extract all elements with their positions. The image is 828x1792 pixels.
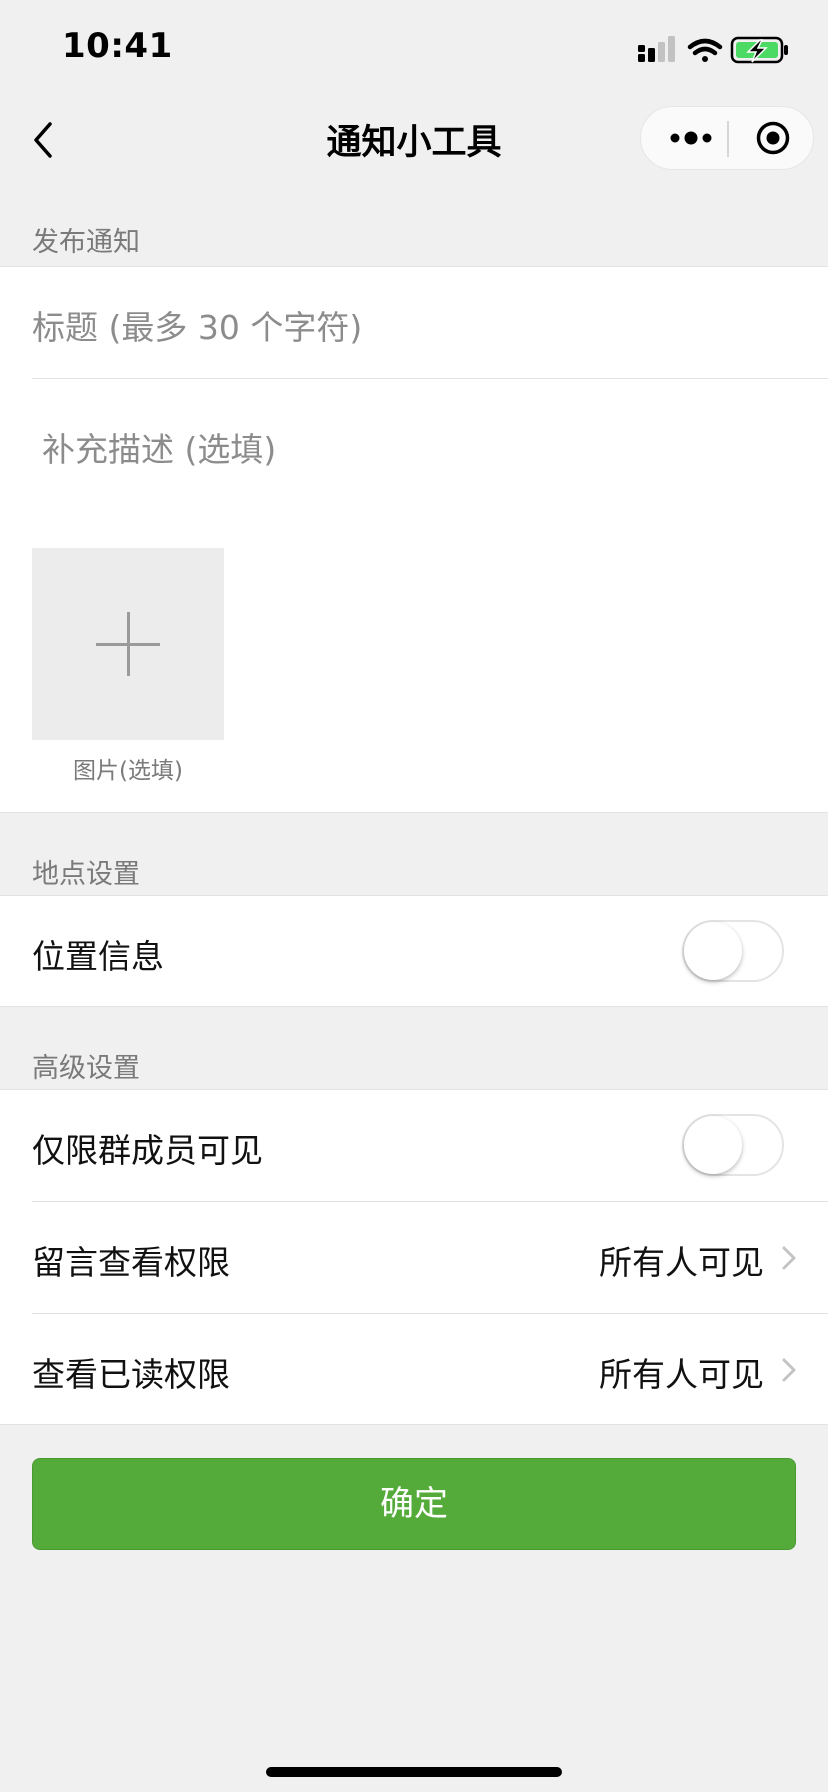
title-input[interactable]: 标题 (最多 30 个字符): [32, 301, 362, 349]
toggle-knob: [684, 922, 742, 980]
members-only-label: 仅限群成员可见: [32, 1131, 263, 1170]
battery-icon: [730, 36, 788, 64]
confirm-button[interactable]: 确定: [32, 1458, 796, 1550]
signal-icon: [638, 36, 675, 62]
chevron-right-icon: [782, 1358, 796, 1382]
home-indicator[interactable]: [266, 1767, 562, 1777]
advanced-card: 仅限群成员可见 留言查看权限 所有人可见 查看已读权限 所有人可见: [0, 1089, 828, 1425]
navigation-bar: 通知小工具: [0, 96, 828, 186]
close-mini-program-icon[interactable]: [741, 111, 805, 165]
publish-card: 标题 (最多 30 个字符) 补充描述 (选填) 图片(选填): [0, 266, 828, 813]
advanced-section-header: 高级设置: [32, 1053, 140, 1084]
image-caption: 图片(选填): [73, 758, 183, 784]
location-section-header: 地点设置: [32, 859, 140, 890]
members-only-toggle[interactable]: [682, 1114, 784, 1176]
toggle-knob: [684, 1116, 742, 1174]
status-time: 10:41: [62, 26, 173, 66]
chevron-right-icon: [782, 1246, 796, 1270]
more-options-icon[interactable]: [659, 111, 723, 165]
mini-program-capsule: [640, 106, 814, 170]
wifi-icon: [687, 38, 723, 62]
status-icons: [638, 36, 788, 64]
location-toggle[interactable]: [682, 920, 784, 982]
comment-permission-row[interactable]: 留言查看权限 所有人可见: [0, 1202, 828, 1313]
read-permission-value: 所有人可见: [599, 1355, 764, 1394]
comment-permission-label: 留言查看权限: [32, 1243, 230, 1282]
publish-section-header: 发布通知: [32, 227, 140, 258]
status-bar: 10:41: [0, 0, 828, 96]
comment-permission-value: 所有人可见: [599, 1243, 764, 1282]
location-card: 位置信息: [0, 895, 828, 1007]
capsule-divider: [727, 121, 729, 157]
read-permission-row[interactable]: 查看已读权限 所有人可见: [0, 1314, 828, 1425]
read-permission-label: 查看已读权限: [32, 1355, 230, 1394]
title-divider: [32, 378, 828, 379]
description-input[interactable]: 补充描述 (选填): [42, 423, 276, 471]
add-image-button[interactable]: [32, 548, 224, 740]
location-label: 位置信息: [32, 937, 164, 976]
